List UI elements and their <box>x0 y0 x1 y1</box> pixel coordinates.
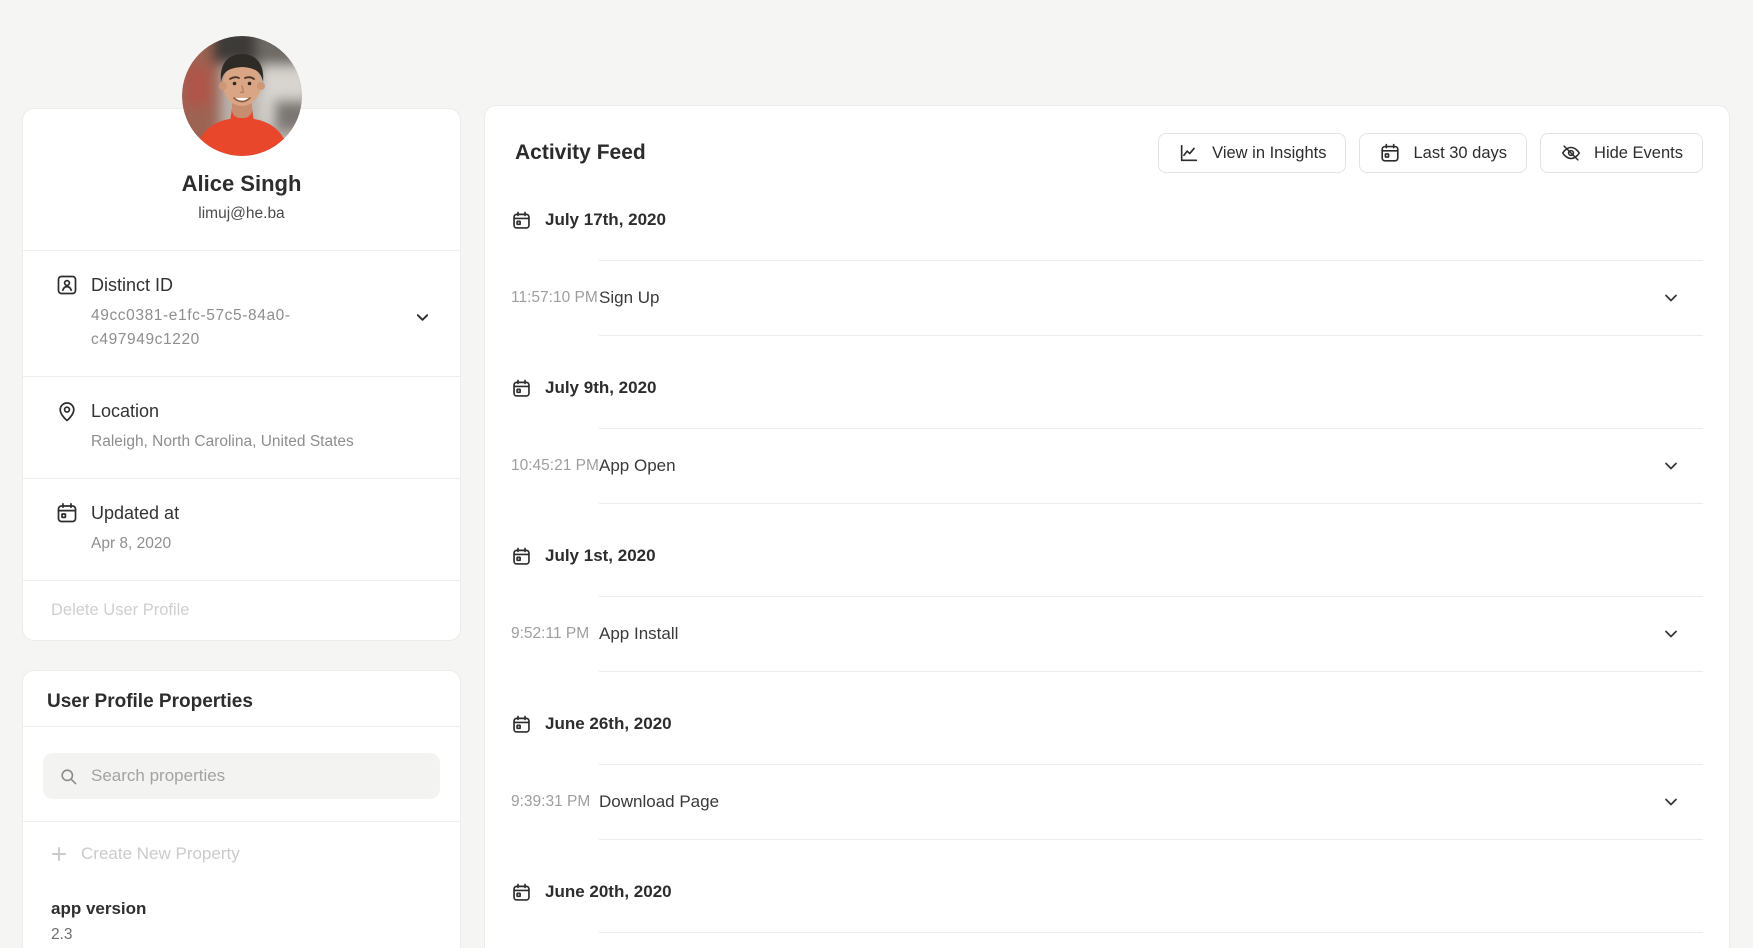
event-main: Download Page <box>599 764 1703 840</box>
activity-header-buttons: View in Insights Last 30 days Hide Event… <box>1158 133 1703 173</box>
date-label: July 9th, 2020 <box>545 378 657 398</box>
feed-date-header: June 20th, 2020 <box>511 870 1703 914</box>
feed-group: June 20th, 2020 <box>511 870 1703 948</box>
updated-at-row: Updated at Apr 8, 2020 <box>23 478 460 580</box>
eye-off-icon <box>1560 142 1582 164</box>
calendar-icon <box>1379 142 1401 164</box>
profile-email: limuj@he.ba <box>43 204 440 224</box>
calendar-icon <box>511 882 532 903</box>
search-properties-input[interactable] <box>91 766 424 786</box>
properties-search-box[interactable] <box>43 753 440 799</box>
feed-group: July 9th, 2020 10:45:21 PM App Open <box>511 366 1703 504</box>
hide-events-button[interactable]: Hide Events <box>1540 133 1703 173</box>
create-new-property-button[interactable]: Create New Property <box>23 822 460 886</box>
activity-feed-groups: July 17th, 2020 11:57:10 PM Sign Up July… <box>511 198 1703 948</box>
event-rows: 9:52:11 PM App Install <box>511 596 1703 672</box>
view-in-insights-button[interactable]: View in Insights <box>1158 133 1346 173</box>
profile-name: Alice Singh <box>43 171 440 197</box>
profile-sidebar: Alice Singh limuj@he.ba Distinct ID 49cc… <box>22 36 461 948</box>
event-rows <box>511 932 1703 948</box>
location-row: Location Raleigh, North Carolina, United… <box>23 376 460 478</box>
feed-date-header: July 17th, 2020 <box>511 198 1703 242</box>
event-time: 9:39:31 PM <box>511 793 599 811</box>
property-item: app version 2.3 <box>23 886 460 948</box>
event-time: 10:45:21 PM <box>511 457 599 475</box>
location-pin-icon <box>55 399 79 423</box>
event-row[interactable]: 9:39:31 PM Download Page <box>511 764 1703 840</box>
avatar-image <box>182 36 302 156</box>
last-30-days-label: Last 30 days <box>1413 144 1507 163</box>
properties-panel-title: User Profile Properties <box>23 671 460 727</box>
truncated-event-row <box>599 932 1703 948</box>
event-main: App Open <box>599 428 1703 504</box>
date-label: July 17th, 2020 <box>545 210 666 230</box>
view-in-insights-label: View in Insights <box>1212 144 1326 163</box>
property-value: 2.3 <box>51 925 432 945</box>
date-label: June 20th, 2020 <box>545 882 672 902</box>
plus-icon <box>51 846 67 862</box>
calendar-icon <box>511 546 532 567</box>
event-name: App Install <box>599 623 678 645</box>
id-badge-icon <box>55 273 79 297</box>
feed-date-header: July 9th, 2020 <box>511 366 1703 410</box>
event-time: 9:52:11 PM <box>511 625 599 643</box>
event-row[interactable]: 11:57:10 PM Sign Up <box>511 260 1703 336</box>
feed-group: July 1st, 2020 9:52:11 PM App Install <box>511 534 1703 672</box>
feed-date-header: June 26th, 2020 <box>511 702 1703 746</box>
event-name: Download Page <box>599 791 719 813</box>
event-row[interactable]: 9:52:11 PM App Install <box>511 596 1703 672</box>
updated-at-label: Updated at <box>91 503 179 524</box>
event-rows: 10:45:21 PM App Open <box>511 428 1703 504</box>
create-new-property-label: Create New Property <box>81 844 240 864</box>
avatar <box>182 36 302 156</box>
event-main: App Install <box>599 596 1703 672</box>
distinct-id-value: 49cc0381-e1fc-57c5-84a0- c497949c1220 <box>91 304 432 352</box>
event-rows: 11:57:10 PM Sign Up <box>511 260 1703 336</box>
updated-at-value: Apr 8, 2020 <box>91 532 432 556</box>
event-name: App Open <box>599 455 676 477</box>
event-expand-chevron-icon[interactable] <box>1663 290 1679 306</box>
property-name: app version <box>51 898 432 920</box>
event-name: Sign Up <box>599 287 659 309</box>
distinct-id-expand-chevron-icon[interactable] <box>415 310 430 330</box>
calendar-icon <box>511 378 532 399</box>
activity-feed-title: Activity Feed <box>515 141 646 165</box>
calendar-icon <box>511 714 532 735</box>
hide-events-label: Hide Events <box>1594 144 1683 163</box>
event-expand-chevron-icon[interactable] <box>1663 458 1679 474</box>
profile-card: Alice Singh limuj@he.ba Distinct ID 49cc… <box>22 108 461 641</box>
event-main: Sign Up <box>599 260 1703 336</box>
activity-feed-card: Activity Feed View in Insights Last 30 d… <box>484 105 1730 948</box>
distinct-id-label: Distinct ID <box>91 275 173 296</box>
feed-group: June 26th, 2020 9:39:31 PM Download Page <box>511 702 1703 840</box>
date-label: June 26th, 2020 <box>545 714 672 734</box>
last-30-days-button[interactable]: Last 30 days <box>1359 133 1527 173</box>
user-profile-properties-panel: User Profile Properties Create New Prope… <box>22 670 461 948</box>
properties-search-section <box>23 727 460 822</box>
delete-user-profile-button[interactable]: Delete User Profile <box>23 580 460 640</box>
date-label: July 1st, 2020 <box>545 546 656 566</box>
event-expand-chevron-icon[interactable] <box>1663 794 1679 810</box>
line-chart-icon <box>1178 142 1200 164</box>
feed-date-header: July 1st, 2020 <box>511 534 1703 578</box>
event-row[interactable]: 10:45:21 PM App Open <box>511 428 1703 504</box>
activity-feed-header: Activity Feed View in Insights Last 30 d… <box>511 130 1703 176</box>
distinct-id-row: Distinct ID 49cc0381-e1fc-57c5-84a0- c49… <box>23 250 460 376</box>
location-label: Location <box>91 401 159 422</box>
calendar-icon <box>55 501 79 525</box>
event-time: 11:57:10 PM <box>511 289 599 307</box>
calendar-icon <box>511 210 532 231</box>
event-expand-chevron-icon[interactable] <box>1663 626 1679 642</box>
event-rows: 9:39:31 PM Download Page <box>511 764 1703 840</box>
location-value: Raleigh, North Carolina, United States <box>91 430 432 454</box>
feed-group: July 17th, 2020 11:57:10 PM Sign Up <box>511 198 1703 336</box>
search-icon <box>59 767 78 786</box>
